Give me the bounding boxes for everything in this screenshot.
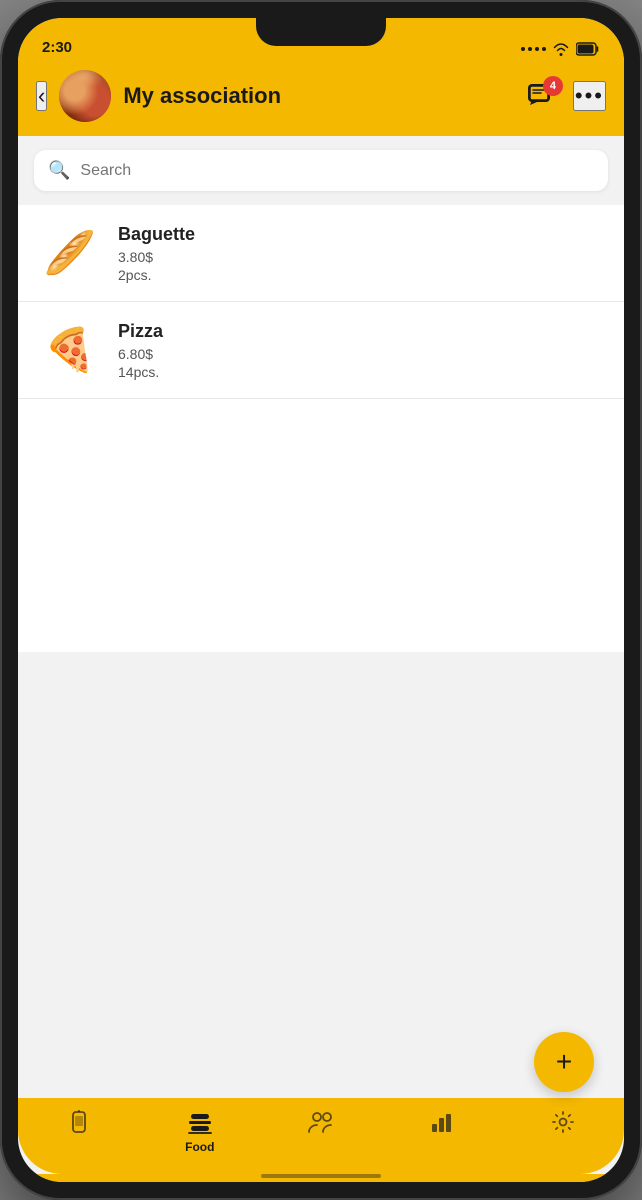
item-list: 🥖 Baguette 3.80$ 2pcs. 🍕 Pizza 6.80$ 14p…: [18, 205, 624, 652]
avatar: [59, 70, 111, 122]
notch: [256, 18, 386, 46]
battery-icon: [576, 42, 600, 56]
list-item[interactable]: 🥖 Baguette 3.80$ 2pcs.: [18, 205, 624, 302]
nav-food-label: Food: [185, 1140, 214, 1154]
baguette-info: Baguette 3.80$ 2pcs.: [118, 224, 604, 283]
nav-item-people[interactable]: [260, 1106, 381, 1138]
search-container: 🔍: [18, 136, 624, 205]
home-indicator: [18, 1174, 624, 1182]
search-input[interactable]: [80, 162, 594, 180]
search-box: 🔍: [34, 150, 608, 191]
fab-container: +: [534, 1032, 594, 1092]
page-title: My association: [123, 83, 511, 109]
more-button[interactable]: •••: [573, 81, 606, 111]
baguette-price: 3.80$: [118, 249, 604, 265]
baguette-image: 🥖: [38, 221, 102, 285]
back-button[interactable]: ‹: [36, 81, 47, 111]
pizza-info: Pizza 6.80$ 14pcs.: [118, 321, 604, 380]
bottom-nav: Food: [18, 1098, 624, 1174]
search-icon: 🔍: [48, 160, 70, 181]
signal-dots-icon: [521, 47, 546, 51]
food-icon: [187, 1110, 213, 1136]
stats-icon: [430, 1110, 454, 1134]
status-icons: [521, 42, 600, 56]
wifi-icon: [552, 42, 570, 56]
add-fab-button[interactable]: +: [534, 1032, 594, 1092]
status-time: 2:30: [42, 39, 72, 56]
header: ‹ My association: [18, 62, 624, 136]
nav-item-drink[interactable]: [18, 1106, 139, 1140]
baguette-name: Baguette: [118, 224, 604, 245]
people-icon: [307, 1110, 335, 1134]
home-bar: [261, 1174, 381, 1178]
list-item[interactable]: 🍕 Pizza 6.80$ 14pcs.: [18, 302, 624, 399]
drink-icon: [68, 1110, 90, 1136]
nav-item-settings[interactable]: [503, 1106, 624, 1138]
pizza-name: Pizza: [118, 321, 604, 342]
notification-button[interactable]: 4: [523, 78, 559, 114]
nav-item-stats[interactable]: [382, 1106, 503, 1138]
header-actions: 4 •••: [523, 78, 606, 114]
pizza-qty: 14pcs.: [118, 364, 604, 380]
pizza-image: 🍕: [38, 318, 102, 382]
baguette-qty: 2pcs.: [118, 267, 604, 283]
pizza-price: 6.80$: [118, 346, 604, 362]
phone-screen: 2:30 ‹: [18, 18, 624, 1182]
notification-badge: 4: [543, 76, 563, 96]
nav-item-food[interactable]: Food: [139, 1106, 260, 1154]
settings-icon: [551, 1110, 575, 1134]
phone-frame: 2:30 ‹: [0, 0, 642, 1200]
